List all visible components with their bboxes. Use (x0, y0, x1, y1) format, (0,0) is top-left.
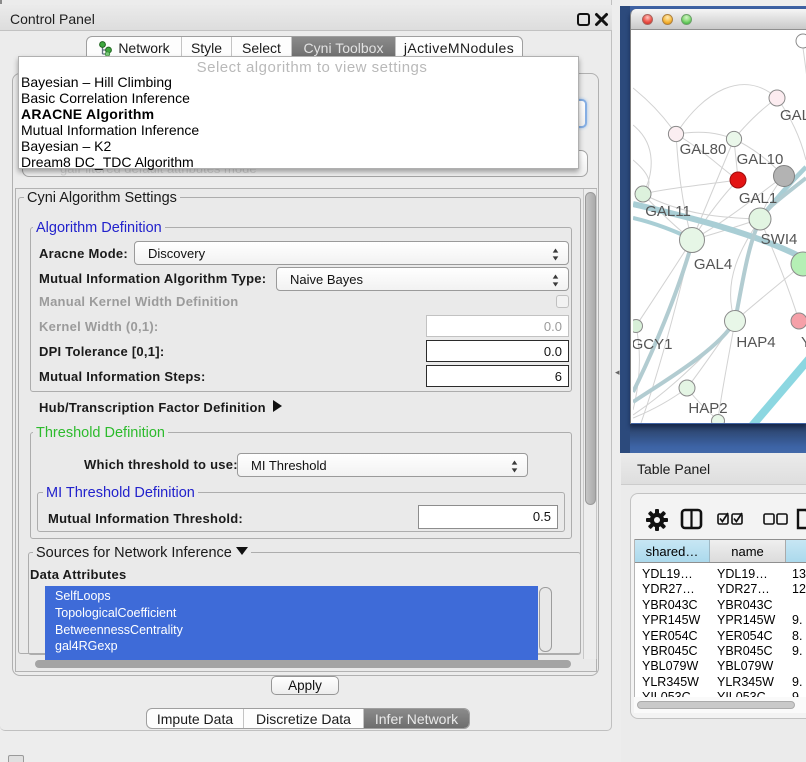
svg-text:GAL10: GAL10 (737, 151, 784, 168)
svg-text:HAP4: HAP4 (736, 334, 775, 351)
svg-text:GAL4: GAL4 (694, 256, 732, 273)
svg-text:GCY1: GCY1 (633, 336, 672, 353)
svg-text:HAP2: HAP2 (688, 400, 727, 417)
svg-text:Y: Y (801, 334, 806, 351)
svg-text:SWI4: SWI4 (761, 231, 798, 248)
svg-text:GAL80: GAL80 (680, 141, 727, 158)
svg-text:GAL7: GAL7 (780, 107, 806, 124)
svg-text:GAL11: GAL11 (645, 203, 691, 220)
svg-text:GAL1: GAL1 (739, 190, 777, 207)
